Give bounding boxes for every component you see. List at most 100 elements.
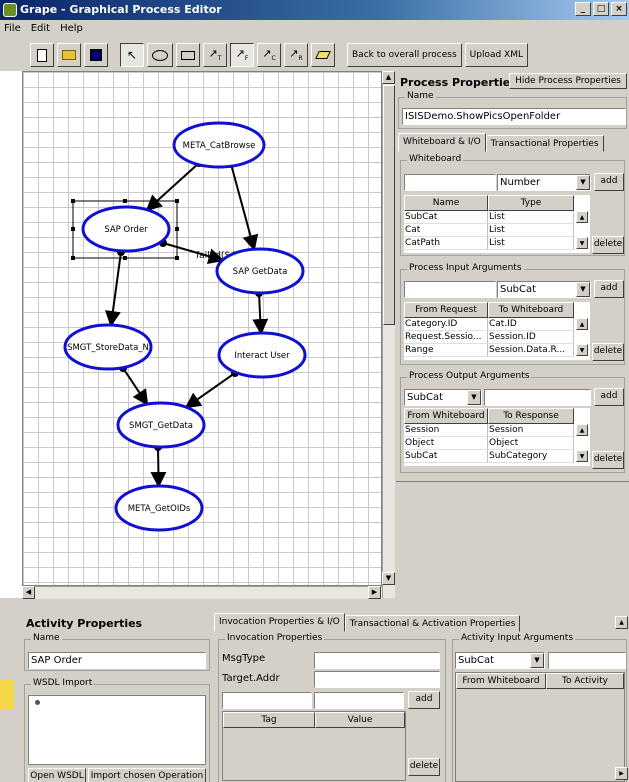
invocation-col-value[interactable]: Value — [315, 712, 405, 728]
panel-scroll-right-icon[interactable]: ▶ — [615, 767, 628, 780]
import-chosen-operation-button[interactable]: Import chosen Operation — [88, 768, 206, 782]
minimize-button[interactable]: _ — [575, 2, 591, 16]
input-col-to-whiteboard[interactable]: To Whiteboard — [488, 302, 574, 318]
table-cell[interactable]: SubCat — [404, 450, 488, 463]
node-sap_getdata[interactable]: SAP GetData — [215, 247, 305, 295]
value-input[interactable] — [314, 692, 404, 709]
input-args-combo[interactable]: SubCat ▼ — [497, 281, 591, 298]
scroll-up-icon[interactable]: ▲ — [382, 71, 395, 84]
activity-col-from-whiteboard[interactable]: From Whiteboard — [456, 673, 546, 689]
table-cell[interactable]: Session — [488, 424, 574, 437]
edge-sap_getdata-interact_user[interactable] — [252, 292, 269, 336]
scroll-up-icon[interactable]: ▲ — [576, 424, 588, 436]
edge-interact_user-smgt_getdata[interactable] — [184, 372, 236, 409]
save-button[interactable] — [84, 43, 108, 67]
table-cell[interactable]: Cat — [404, 224, 488, 237]
new-file-button[interactable] — [30, 43, 54, 67]
table-cell[interactable]: Session.Data.R... — [488, 344, 574, 357]
select-tool-button[interactable]: ↖ — [120, 43, 144, 67]
eraser-tool-button[interactable] — [311, 43, 335, 67]
table-cell[interactable]: List — [488, 237, 574, 250]
wsdl-operations-list[interactable] — [28, 695, 206, 765]
whiteboard-delete-button[interactable]: delete — [592, 236, 624, 254]
output-args-combo[interactable]: SubCat ▼ — [404, 389, 482, 406]
scroll-down-icon[interactable]: ▼ — [576, 344, 588, 356]
selection-handle[interactable] — [123, 256, 127, 260]
target-addr-input[interactable] — [314, 671, 440, 688]
selection-handle[interactable] — [175, 199, 179, 203]
node-interact_user[interactable]: Interact User — [217, 331, 307, 379]
whiteboard-col-type[interactable]: Type — [488, 195, 574, 211]
close-button[interactable]: × — [611, 2, 627, 16]
edge-meta_catbrowse-sap_getdata[interactable] — [230, 163, 259, 252]
table-cell[interactable]: Category.ID — [404, 318, 488, 331]
selection-handle[interactable] — [71, 227, 75, 231]
menu-file[interactable]: File — [4, 20, 21, 38]
whiteboard-col-name[interactable]: Name — [404, 195, 488, 211]
menu-help[interactable]: Help — [60, 20, 83, 38]
process-canvas[interactable]: failed(SAP Order) META_CatBrowseSAP Orde… — [22, 71, 382, 586]
transition-r-tool-button[interactable]: ↗R — [284, 43, 308, 67]
transition-t-tool-button[interactable]: ↗T — [203, 43, 227, 67]
canvas-vertical-scrollbar[interactable]: ▲ ▼ — [382, 71, 395, 598]
whiteboard-name-input[interactable] — [404, 174, 496, 191]
panel-scroll-up-icon[interactable]: ▲ — [615, 616, 628, 629]
table-cell[interactable]: Request.Sessio... — [404, 331, 488, 344]
activity-name-input[interactable]: SAP Order — [28, 652, 206, 669]
table-cell[interactable]: SubCategory — [488, 450, 574, 463]
output-args-delete-button[interactable]: delete — [592, 451, 624, 469]
table-cell[interactable]: SubCat — [404, 211, 488, 224]
input-args-field[interactable] — [404, 281, 496, 298]
open-wsdl-button[interactable]: Open WSDL — [28, 768, 86, 782]
node-meta_getoids[interactable]: META_GetOIDs — [114, 484, 204, 532]
vertical-scroll-thumb[interactable] — [383, 85, 395, 325]
invocation-delete-button[interactable]: delete — [408, 758, 440, 776]
scroll-up-icon[interactable]: ▲ — [576, 318, 588, 330]
table-cell[interactable]: List — [488, 224, 574, 237]
output-col-to-response[interactable]: To Response — [488, 408, 574, 424]
back-to-overall-process-button[interactable]: Back to overall process — [347, 43, 462, 67]
scroll-up-icon[interactable]: ▲ — [576, 211, 588, 223]
node-sap_order[interactable]: SAP Order — [81, 205, 171, 253]
table-cell[interactable]: Object — [488, 437, 574, 450]
transition-f-tool-button[interactable]: ↗F — [230, 43, 254, 67]
hide-process-properties-button[interactable]: Hide Process Properties — [509, 73, 627, 89]
edge-sap_order-smgt_storedata[interactable] — [104, 251, 122, 328]
selection-handle[interactable] — [71, 256, 75, 260]
maximize-button[interactable]: □ — [593, 2, 609, 16]
selection-handle[interactable] — [71, 199, 75, 203]
output-args-field[interactable] — [484, 389, 591, 406]
input-col-from-request[interactable]: From Request — [404, 302, 488, 318]
output-args-add-button[interactable]: add — [594, 388, 624, 406]
upload-xml-button[interactable]: Upload XML — [464, 43, 528, 67]
table-cell[interactable]: Cat.ID — [488, 318, 574, 331]
input-args-add-button[interactable]: add — [594, 280, 624, 298]
open-folder-button[interactable] — [57, 43, 81, 67]
scroll-right-icon[interactable]: ▶ — [368, 586, 381, 599]
tab-invocation-properties-io[interactable]: Invocation Properties & I/O — [214, 613, 345, 632]
tab-transactional-activation-properties[interactable]: Transactional & Activation Properties — [344, 615, 521, 632]
invocation-add-button[interactable]: add — [408, 691, 440, 709]
table-cell[interactable]: Object — [404, 437, 488, 450]
table-cell[interactable]: Session.ID — [488, 331, 574, 344]
scroll-down-icon[interactable]: ▼ — [576, 237, 588, 249]
invocation-col-tag[interactable]: Tag — [223, 712, 315, 728]
scroll-left-icon[interactable]: ◀ — [22, 586, 35, 599]
activity-input-args-field[interactable] — [548, 652, 626, 669]
activity-col-to-activity[interactable]: To Activity — [546, 673, 624, 689]
chevron-down-icon[interactable]: ▼ — [467, 390, 481, 405]
ellipse-tool-button[interactable] — [147, 43, 173, 67]
edge-smgt_storedata-smgt_getdata[interactable] — [122, 367, 149, 406]
table-cell[interactable]: Session — [404, 424, 488, 437]
activity-input-args-combo[interactable]: SubCat ▼ — [455, 652, 545, 669]
menu-edit[interactable]: Edit — [31, 20, 50, 38]
table-cell[interactable]: Range — [404, 344, 488, 357]
chevron-down-icon[interactable]: ▼ — [576, 282, 590, 297]
tag-input[interactable] — [222, 692, 312, 709]
process-name-input[interactable]: ISISDemo.ShowPicsOpenFolder — [402, 108, 626, 125]
rectangle-tool-button[interactable] — [176, 43, 200, 67]
node-smgt_getdata[interactable]: SMGT_GetData — [116, 401, 206, 449]
scroll-down-icon[interactable]: ▼ — [576, 450, 588, 462]
canvas-horizontal-scrollbar[interactable]: ◀ ▶ — [22, 586, 382, 599]
scroll-down-icon[interactable]: ▼ — [382, 572, 395, 585]
